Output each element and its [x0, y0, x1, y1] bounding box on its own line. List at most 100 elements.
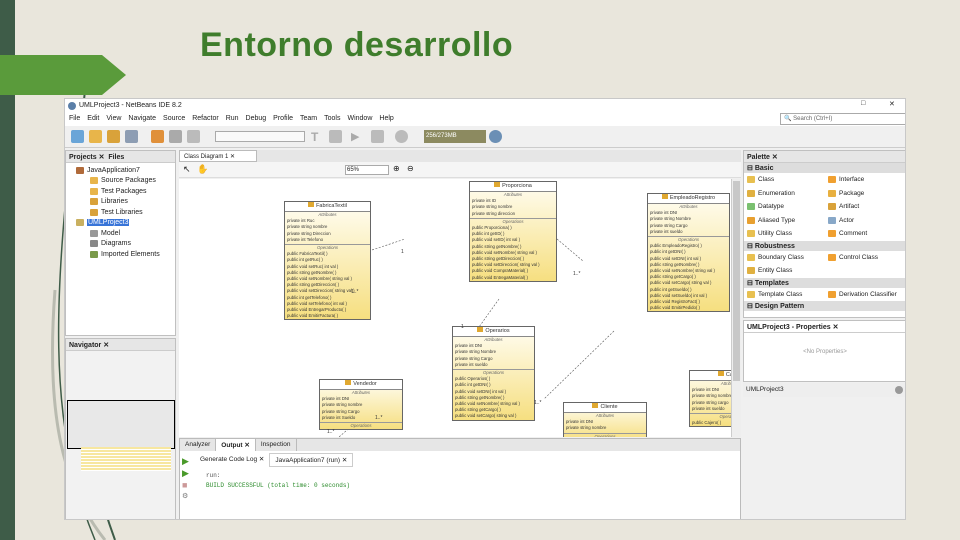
- new-project-icon[interactable]: [89, 130, 102, 143]
- tree-node-icon: [76, 219, 84, 227]
- palette-item-actor[interactable]: Actor: [825, 214, 905, 228]
- palette-item-class[interactable]: Class: [744, 173, 825, 187]
- tab-files[interactable]: Files: [108, 154, 124, 161]
- menu-view[interactable]: View: [106, 115, 121, 124]
- menu-run[interactable]: Run: [226, 115, 239, 124]
- tab-navigator[interactable]: Navigator ✕: [66, 339, 175, 351]
- stop-icon[interactable]: ■: [182, 479, 189, 491]
- palette-item-template-class[interactable]: Template Class: [744, 288, 825, 302]
- zoom-out-icon[interactable]: ⊖: [407, 164, 414, 173]
- zoom-in-icon[interactable]: ⊕: [393, 164, 400, 173]
- palette-item-boundary-class[interactable]: Boundary Class: [744, 251, 825, 265]
- menu-edit[interactable]: Edit: [87, 115, 99, 124]
- class-name: Operarios: [485, 328, 510, 334]
- paste-icon[interactable]: [187, 130, 200, 143]
- menu-help[interactable]: Help: [379, 115, 393, 124]
- clean-build-icon[interactable]: [329, 130, 342, 143]
- netbeans-icon: [68, 102, 76, 110]
- menu-window[interactable]: Window: [347, 115, 372, 124]
- uml-class-vendedor[interactable]: Vendedor Attributes private int DNI private…: [319, 379, 403, 431]
- tree-item[interactable]: Test Libraries: [70, 207, 171, 218]
- gc-icon[interactable]: [489, 130, 502, 143]
- uml-class-operarios[interactable]: Operarios Attributes private int DNI privat…: [452, 326, 535, 421]
- close-button[interactable]: ✕: [889, 100, 895, 108]
- tree-item[interactable]: UMLProject3: [70, 218, 171, 229]
- menu-profile[interactable]: Profile: [273, 115, 293, 124]
- select-tool-icon[interactable]: ↖: [183, 164, 191, 175]
- tree-node-icon: [76, 166, 84, 174]
- menu-refactor[interactable]: Refactor: [192, 115, 218, 124]
- palette-item-comment[interactable]: Comment: [825, 227, 905, 241]
- run-icon[interactable]: ▶: [351, 130, 364, 143]
- palette-item-datatype[interactable]: Datatype: [744, 200, 825, 214]
- palette-group-basic[interactable]: ⊟ Basic: [744, 163, 905, 173]
- tab-class-diagram[interactable]: Class Diagram 1 ✕: [179, 150, 257, 162]
- palette-item-artifact[interactable]: Artifact: [825, 200, 905, 214]
- palette-item-derivation-classifier[interactable]: Derivation Classifier: [825, 288, 905, 302]
- palette-group-robustness[interactable]: ⊟ Robustness: [744, 240, 905, 251]
- association-line: [478, 298, 500, 328]
- save-all-icon[interactable]: [125, 130, 138, 143]
- tab-inspection[interactable]: Inspection: [256, 439, 297, 451]
- maximize-button[interactable]: □: [861, 100, 865, 107]
- open-project-icon[interactable]: [107, 130, 120, 143]
- tree-item[interactable]: Diagrams: [70, 239, 171, 250]
- tree-item[interactable]: Imported Elements: [70, 249, 171, 260]
- tab-projects[interactable]: Projects: [69, 154, 97, 161]
- canvas-scrollbar[interactable]: [731, 179, 741, 437]
- uml-class-cajero[interactable]: CajeroAttributesprivate int DNIprivate s…: [689, 370, 731, 428]
- profile-icon[interactable]: [395, 130, 408, 143]
- tree-item[interactable]: Libraries: [70, 197, 171, 208]
- build-icon[interactable]: T: [311, 130, 324, 144]
- palette-group-design-pattern[interactable]: ⊟ Design Pattern: [744, 301, 905, 311]
- tab-output[interactable]: Output ✕: [216, 439, 256, 451]
- uml-class-fabricatextil[interactable]: FabricaTextil Attributes private int Ruc pr…: [284, 201, 371, 321]
- search-input[interactable]: 🔍 Search (Ctrl+I): [780, 113, 905, 125]
- memory-indicator[interactable]: 256/273MB: [424, 130, 486, 143]
- settings-icon[interactable]: ⚙: [182, 491, 189, 503]
- tab-analyzer[interactable]: Analyzer: [180, 439, 217, 451]
- menu-tools[interactable]: Tools: [324, 115, 340, 124]
- cut-icon[interactable]: [151, 130, 164, 143]
- zoom-select[interactable]: 65%: [345, 165, 389, 175]
- tree-item[interactable]: Test Packages: [70, 186, 171, 197]
- debug-icon[interactable]: [371, 130, 384, 143]
- menu-source[interactable]: Source: [163, 115, 185, 124]
- uml-class-proporciona[interactable]: Proporciona Attributes private int ID priva…: [469, 181, 557, 282]
- tree-item[interactable]: Source Packages: [70, 176, 171, 187]
- class-header: Operarios: [453, 327, 534, 337]
- tab-java-run[interactable]: JavaApplication7 (run) ✕: [269, 453, 354, 467]
- diagram-canvas[interactable]: FabricaTextil Attributes private int Ruc pr…: [179, 179, 731, 437]
- tab-palette[interactable]: Palette ✕: [744, 151, 905, 163]
- tree-item[interactable]: Model: [70, 228, 171, 239]
- menu-file[interactable]: File: [69, 115, 80, 124]
- copy-icon[interactable]: [169, 130, 182, 143]
- palette-item-enumeration[interactable]: Enumeration: [744, 187, 825, 201]
- class-attribute: private string nombre: [566, 425, 607, 431]
- pan-tool-icon[interactable]: ✋: [197, 164, 208, 175]
- rerun-params-icon[interactable]: ▶: [182, 467, 189, 479]
- navigator-viewport[interactable]: [67, 400, 175, 449]
- palette-item-package[interactable]: Package: [825, 187, 905, 201]
- palette-group-label: Templates: [754, 279, 789, 287]
- palette-item-aliased-type[interactable]: Aliased Type: [744, 214, 825, 228]
- menu-debug[interactable]: Debug: [246, 115, 267, 124]
- configuration-select[interactable]: [215, 131, 305, 142]
- palette-item-control-class[interactable]: Control Class: [825, 251, 905, 265]
- palette-item-label: Enumeration: [758, 189, 795, 197]
- menu-team[interactable]: Team: [300, 115, 317, 124]
- menu-navigate[interactable]: Navigate: [128, 115, 156, 124]
- rerun-icon[interactable]: ▶: [182, 455, 189, 467]
- palette-item-utility-class[interactable]: Utility Class: [744, 227, 825, 241]
- new-file-icon[interactable]: [71, 130, 84, 143]
- palette-item-entity-class[interactable]: Entity Class: [744, 264, 825, 278]
- uml-class-empleadoregistro[interactable]: EmpleadoRegistro Attributes private int DN…: [647, 193, 730, 313]
- uml-class-cliente[interactable]: Cliente Attributes private int DNI private …: [563, 402, 647, 437]
- tree-item[interactable]: JavaApplication7: [70, 165, 171, 176]
- class-attribute: private string nombre: [692, 393, 731, 399]
- tab-properties[interactable]: UMLProject3 - Properties ✕: [744, 321, 905, 333]
- help-icon[interactable]: [895, 386, 903, 394]
- palette-item-interface[interactable]: Interface: [825, 173, 905, 187]
- tab-generate-code-log[interactable]: Generate Code Log ✕: [195, 453, 269, 467]
- palette-group-templates[interactable]: ⊟ Templates: [744, 277, 905, 288]
